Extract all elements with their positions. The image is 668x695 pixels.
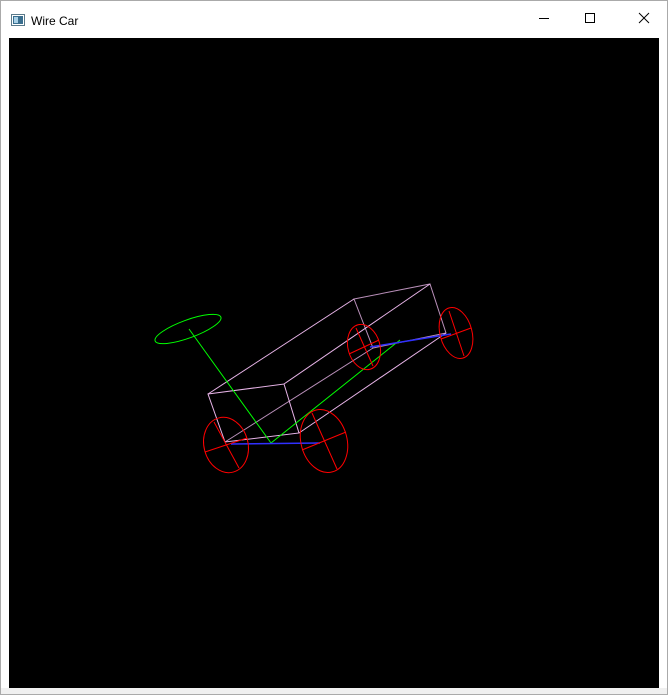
wheels bbox=[203, 307, 474, 474]
car-body-wireframe bbox=[207, 283, 447, 443]
minimize-icon bbox=[538, 12, 550, 27]
wire-car-scene bbox=[154, 283, 474, 474]
maximize-icon bbox=[584, 12, 596, 27]
front-axle bbox=[230, 442, 321, 445]
rear-right-wheel bbox=[438, 307, 474, 359]
rear-axle bbox=[369, 333, 452, 348]
maximize-button[interactable] bbox=[567, 1, 613, 37]
render-canvas[interactable] bbox=[9, 38, 659, 688]
title-bar[interactable]: Wire Car bbox=[1, 1, 667, 37]
front-right-wheel bbox=[299, 409, 349, 473]
minimize-button[interactable] bbox=[521, 1, 567, 37]
window-bottom-border bbox=[1, 688, 667, 694]
app-window-icon bbox=[11, 14, 25, 26]
steering-column bbox=[188, 328, 272, 444]
window-title: Wire Car bbox=[31, 14, 79, 28]
axles bbox=[230, 333, 452, 445]
close-icon bbox=[638, 12, 650, 27]
steering-wheel bbox=[154, 313, 222, 345]
app-window: Wire Car bbox=[0, 0, 668, 695]
front-left-wheel bbox=[203, 416, 249, 474]
close-button[interactable] bbox=[621, 1, 667, 37]
steering-assembly bbox=[154, 313, 401, 444]
